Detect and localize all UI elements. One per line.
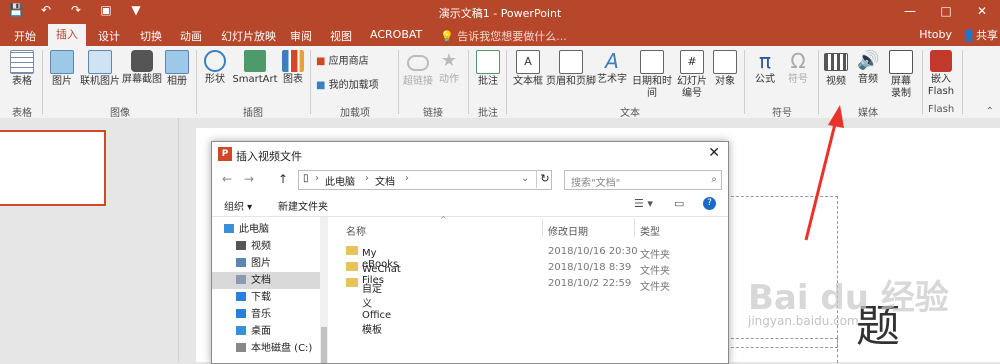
arrow-head [828, 105, 844, 128]
annotation-arrow [804, 105, 844, 241]
arrow-shaft [804, 119, 838, 241]
